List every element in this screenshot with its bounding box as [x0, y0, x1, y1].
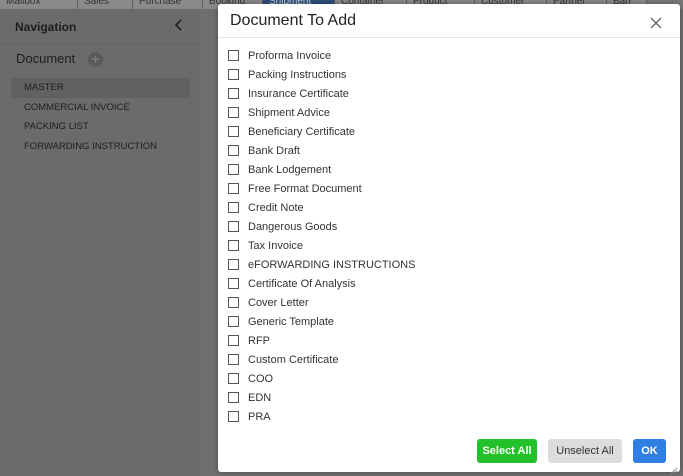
document-option-label: Bank Lodgement [248, 163, 332, 176]
document-checklist: Proforma Invoice Packing Instructions Insu… [228, 46, 648, 426]
document-checkbox[interactable] [228, 297, 239, 308]
document-option-row[interactable]: Dangerous Goods [228, 217, 648, 236]
document-option-label: Generic Template [248, 315, 335, 328]
resize-handle-icon[interactable] [670, 462, 678, 475]
document-section-title: Document [16, 51, 76, 66]
document-option-row[interactable]: RFP [228, 331, 648, 350]
navigation-title: Navigation [15, 20, 77, 34]
document-option-row[interactable]: Packing Instructions [228, 65, 648, 84]
document-option-label: Credit Note [248, 201, 304, 214]
document-option-row[interactable]: Free Format Document [228, 179, 648, 198]
document-list: MASTER COMMERCIAL INVOICE PACKING LIST FORW… [11, 78, 190, 156]
document-checkbox[interactable] [228, 221, 239, 232]
close-icon[interactable] [648, 15, 664, 31]
select-all-button[interactable]: Select All [477, 439, 537, 463]
document-option-label: Shipment Advice [248, 106, 330, 119]
document-checkbox[interactable] [228, 354, 239, 365]
document-option-label: Beneficiary Certificate [248, 125, 355, 138]
document-option-label: Tax Invoice [248, 239, 304, 252]
document-checkbox[interactable] [228, 259, 239, 270]
document-checkbox[interactable] [228, 278, 239, 289]
dialog-header: Document To Add [218, 4, 680, 38]
document-option-label: Free Format Document [248, 182, 362, 195]
document-option-label: Proforma Invoice [248, 49, 332, 62]
document-checkbox[interactable] [228, 411, 239, 422]
document-to-add-dialog: Document To Add Proforma Invoice Packing … [218, 4, 680, 475]
document-checkbox[interactable] [228, 107, 239, 118]
document-checkbox[interactable] [228, 392, 239, 403]
document-checkbox[interactable] [228, 240, 239, 251]
document-option-label: COO [248, 372, 274, 385]
plus-circle-icon[interactable]: + [88, 52, 103, 67]
document-option-row[interactable]: PRA [228, 407, 648, 426]
document-option-row[interactable]: Cover Letter [228, 293, 648, 312]
tab-mailbox[interactable]: Mailbox [0, 0, 78, 9]
document-option-row[interactable]: eFORWARDING INSTRUCTIONS [228, 255, 648, 274]
document-list-item[interactable]: MASTER [11, 78, 190, 98]
document-option-label: Insurance Certificate [248, 87, 349, 100]
document-option-row[interactable]: COO [228, 369, 648, 388]
document-option-label: EDN [248, 391, 272, 404]
document-checkbox[interactable] [228, 202, 239, 213]
document-checkbox[interactable] [228, 335, 239, 346]
navigation-sidebar: Navigation Document + MASTER COMMERCIAL I… [0, 9, 200, 476]
document-option-row[interactable]: Bank Draft [228, 141, 648, 160]
document-checkbox[interactable] [228, 69, 239, 80]
navigation-header: Navigation [0, 9, 200, 45]
document-list-item[interactable]: COMMERCIAL INVOICE [11, 98, 190, 118]
document-checkbox[interactable] [228, 373, 239, 384]
document-option-row[interactable]: Custom Certificate [228, 350, 648, 369]
unselect-all-button[interactable]: Unselect All [548, 439, 622, 463]
document-option-label: Custom Certificate [248, 353, 339, 366]
dialog-title: Document To Add [230, 12, 357, 29]
ok-button[interactable]: OK [633, 439, 666, 463]
tab-sales[interactable]: Sales [78, 0, 133, 9]
document-checkbox[interactable] [228, 183, 239, 194]
document-checkbox[interactable] [228, 145, 239, 156]
document-checkbox[interactable] [228, 316, 239, 327]
document-option-label: PRA [248, 410, 271, 423]
document-list-item[interactable]: PACKING LIST [11, 117, 190, 137]
document-option-label: Dangerous Goods [248, 220, 338, 233]
document-checkbox[interactable] [228, 126, 239, 137]
document-checkbox[interactable] [228, 50, 239, 61]
document-checkbox[interactable] [228, 88, 239, 99]
document-list-item[interactable]: FORWARDING INSTRUCTION [11, 137, 190, 157]
document-checkbox[interactable] [228, 164, 239, 175]
document-option-label: Certificate Of Analysis [248, 277, 356, 290]
document-option-row[interactable]: Credit Note [228, 198, 648, 217]
document-option-label: eFORWARDING INSTRUCTIONS [248, 258, 416, 271]
document-option-row[interactable]: Generic Template [228, 312, 648, 331]
chevron-left-icon[interactable] [174, 18, 184, 35]
document-option-row[interactable]: Proforma Invoice [228, 46, 648, 65]
document-option-label: RFP [248, 334, 270, 347]
document-option-label: Cover Letter [248, 296, 309, 309]
document-option-label: Packing Instructions [248, 68, 347, 81]
document-option-row[interactable]: EDN [228, 388, 648, 407]
tab-purchase[interactable]: Purchase [133, 0, 203, 9]
document-option-row[interactable]: Certificate Of Analysis [228, 274, 648, 293]
document-option-row[interactable]: Tax Invoice [228, 236, 648, 255]
document-option-row[interactable]: Bank Lodgement [228, 160, 648, 179]
document-option-row[interactable]: Shipment Advice [228, 103, 648, 122]
document-option-row[interactable]: Beneficiary Certificate [228, 122, 648, 141]
document-option-row[interactable]: Insurance Certificate [228, 84, 648, 103]
document-option-label: Bank Draft [248, 144, 300, 157]
